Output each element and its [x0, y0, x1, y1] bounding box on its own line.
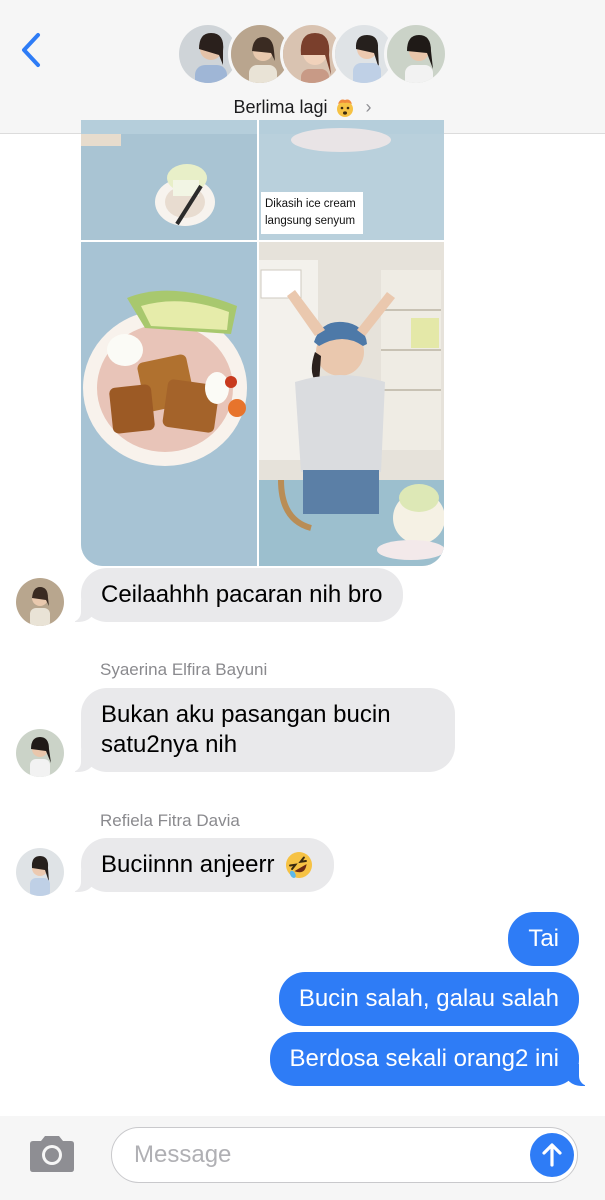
photo-caption-line: langsung senyum	[265, 215, 356, 227]
message-text-line: Bukan aku pasangan bucin	[101, 701, 391, 728]
message-text: Buciinnn anjeerr	[101, 851, 275, 878]
sender-avatar[interactable]	[16, 848, 64, 896]
incoming-message-bubble[interactable]: Buciinnn anjeerr	[70, 838, 335, 892]
outgoing-message-bubble[interactable]: Bucin salah, galau salah	[278, 972, 579, 1026]
message-text: Bucin salah, galau salah	[298, 985, 559, 1012]
exploding-head-emoji	[336, 99, 353, 117]
conversation-header: Berlima lagi ›	[0, 0, 605, 134]
sender-avatar[interactable]	[16, 578, 64, 626]
participant-avatar	[384, 22, 448, 86]
rofl-emoji	[286, 852, 313, 879]
incoming-message-bubble[interactable]: Bukan aku pasangan bucin satu2nya nih	[71, 688, 455, 772]
sender-name: Syaerina Elfira Bayuni	[100, 660, 268, 679]
outgoing-message-bubble[interactable]: Tai	[508, 912, 579, 966]
sender-avatar[interactable]	[16, 729, 64, 777]
camera-button[interactable]	[26, 1134, 78, 1174]
message-text: Ceilaahhh pacaran nih bro	[101, 581, 383, 608]
arrow-up-icon	[542, 1143, 562, 1167]
message-input[interactable]	[111, 1127, 578, 1183]
message-text-line: satu2nya nih	[101, 731, 238, 758]
photo-caption-line: Dikasih ice cream	[265, 198, 356, 210]
group-avatars[interactable]	[176, 22, 448, 88]
camera-icon	[30, 1136, 74, 1172]
photo-caption: Dikasih ice cream langsung senyum	[265, 196, 361, 230]
outgoing-message-bubble[interactable]: Berdosa sekali orang2 ini	[269, 1032, 589, 1086]
chevron-left-icon	[22, 33, 40, 67]
sender-name: Refiela Fitra Davia	[100, 811, 240, 830]
incoming-message-bubble[interactable]: Ceilaahhh pacaran nih bro	[71, 568, 403, 622]
chevron-right-icon: ›	[365, 96, 372, 117]
back-button[interactable]	[16, 30, 46, 70]
group-name-label: Berlima lagi	[233, 96, 328, 117]
message-text: Berdosa sekali orang2 ini	[289, 1045, 560, 1072]
shared-photo-collage[interactable]: Dikasih ice cream langsung senyum	[81, 120, 444, 566]
group-name-button[interactable]: Berlima lagi ›	[0, 96, 605, 118]
message-text: Tai	[528, 925, 559, 952]
send-button[interactable]	[530, 1133, 574, 1177]
